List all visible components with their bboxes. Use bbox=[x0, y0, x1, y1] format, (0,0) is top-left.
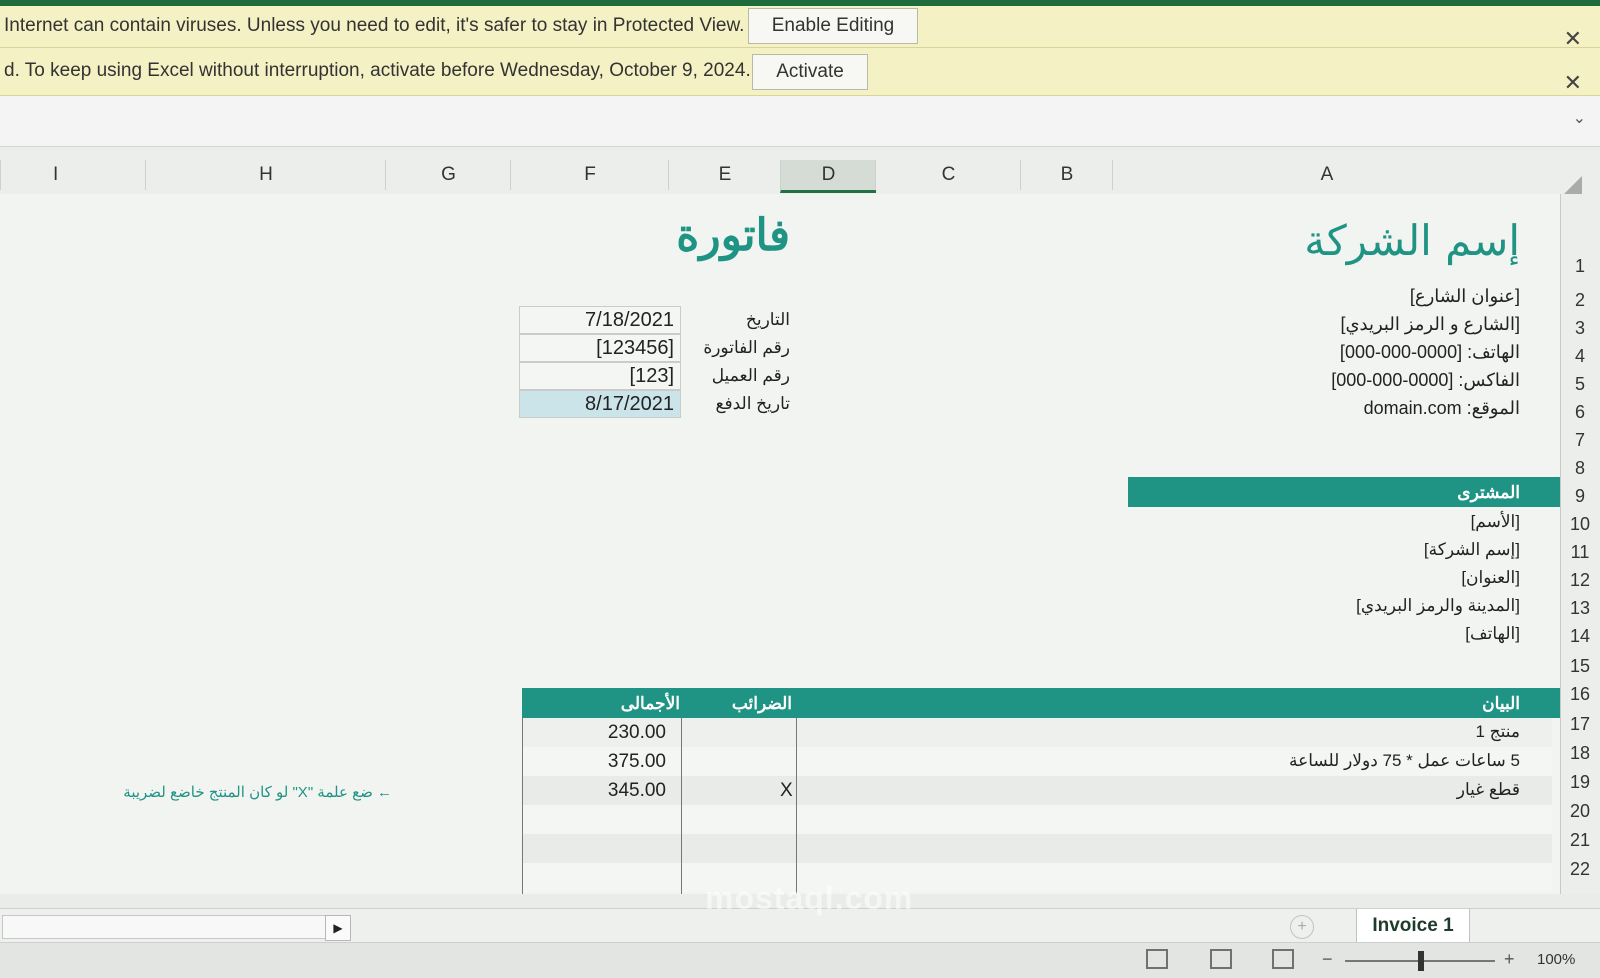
buyer-header[interactable]: المشترى bbox=[1457, 483, 1520, 503]
column-headers: I H G F E D C B A bbox=[0, 150, 1600, 195]
row-header[interactable]: 3 bbox=[1561, 318, 1599, 339]
item-total[interactable]: 230.00 bbox=[526, 722, 666, 744]
page-break-view-icon[interactable] bbox=[1272, 949, 1294, 969]
protected-view-bar: Internet can contain viruses. Unless you… bbox=[0, 6, 1600, 51]
table-row[interactable] bbox=[522, 834, 1552, 863]
company-city-zip[interactable]: [الشارع و الرمز البريدي] bbox=[1340, 314, 1520, 335]
row-header[interactable]: 14 bbox=[1561, 626, 1599, 647]
table-row[interactable] bbox=[522, 805, 1552, 834]
enable-editing-button[interactable]: Enable Editing bbox=[748, 8, 918, 44]
table-border bbox=[681, 718, 682, 894]
normal-view-icon[interactable] bbox=[1146, 949, 1168, 969]
activate-button[interactable]: Activate bbox=[752, 54, 868, 90]
items-header-description[interactable]: البيان bbox=[1482, 694, 1520, 714]
row-header[interactable]: 5 bbox=[1561, 374, 1599, 395]
invoice-title[interactable]: فاتورة bbox=[660, 210, 790, 261]
row-header[interactable]: 20 bbox=[1561, 801, 1599, 822]
formula-bar[interactable]: ⌄ bbox=[0, 96, 1600, 147]
invoice-number-cell[interactable]: [123456] bbox=[519, 334, 681, 362]
items-header-total[interactable]: الأجمالى bbox=[600, 694, 680, 714]
row-header[interactable]: 18 bbox=[1561, 743, 1599, 764]
zoom-slider-thumb[interactable] bbox=[1418, 951, 1424, 971]
company-street[interactable]: [عنوان الشارع] bbox=[1410, 286, 1520, 307]
scroll-right-arrow-icon[interactable]: ▶ bbox=[325, 915, 351, 941]
table-row[interactable] bbox=[522, 718, 1552, 747]
table-row[interactable] bbox=[522, 863, 1552, 892]
column-header-i[interactable]: I bbox=[0, 160, 145, 190]
row-header[interactable]: 7 bbox=[1561, 430, 1599, 451]
watermark: mostaql.com bbox=[705, 880, 914, 916]
column-header-c[interactable]: C bbox=[875, 160, 1021, 190]
horizontal-scrollbar[interactable] bbox=[2, 915, 329, 939]
row-header[interactable]: 10 bbox=[1561, 514, 1599, 535]
close-icon[interactable]: ✕ bbox=[1564, 70, 1582, 96]
company-name[interactable]: إسم الشركة bbox=[1304, 216, 1520, 265]
row-header[interactable]: 22 bbox=[1561, 859, 1599, 880]
zoom-out-icon[interactable]: − bbox=[1322, 949, 1333, 970]
item-description[interactable]: منتج 1 bbox=[1475, 722, 1520, 742]
buyer-city-zip[interactable]: [المدينة والرمز البريدي] bbox=[1356, 596, 1520, 616]
row-headers: 1 2 3 4 5 6 7 8 9 10 11 12 13 14 15 16 1… bbox=[1560, 194, 1600, 894]
worksheet-grid[interactable]: إسم الشركة [عنوان الشارع] [الشارع و الرم… bbox=[0, 194, 1560, 894]
row-header[interactable]: 2 bbox=[1561, 290, 1599, 311]
column-header-e[interactable]: E bbox=[668, 160, 781, 190]
row-header[interactable]: 4 bbox=[1561, 346, 1599, 367]
add-sheet-icon[interactable]: + bbox=[1290, 915, 1314, 939]
invoice-label-due-date[interactable]: تاريخ الدفع bbox=[690, 394, 790, 414]
item-total[interactable]: 375.00 bbox=[526, 751, 666, 773]
sheet-tab-invoice-1[interactable]: Invoice 1 bbox=[1356, 909, 1470, 944]
zoom-in-icon[interactable]: + bbox=[1504, 949, 1515, 970]
row-header[interactable]: 9 bbox=[1561, 486, 1599, 507]
row-header[interactable]: 15 bbox=[1561, 656, 1599, 677]
invoice-date-cell[interactable]: 7/18/2021 bbox=[519, 306, 681, 334]
items-header-taxes[interactable]: الضرائب bbox=[720, 694, 792, 714]
invoice-label-customer-id[interactable]: رقم العميل bbox=[690, 366, 790, 386]
invoice-label-date[interactable]: التاريخ bbox=[690, 310, 790, 330]
row-header[interactable]: 13 bbox=[1561, 598, 1599, 619]
item-description[interactable]: 5 ساعات عمل * 75 دولار للساعة bbox=[1289, 751, 1520, 771]
customer-id-cell[interactable]: [123] bbox=[519, 362, 681, 390]
select-all-corner[interactable] bbox=[1564, 176, 1582, 194]
company-phone[interactable]: الهاتف: [0000-000-000] bbox=[1340, 342, 1520, 363]
due-date-cell[interactable]: 8/17/2021 bbox=[519, 390, 681, 418]
row-header[interactable]: 6 bbox=[1561, 402, 1599, 423]
row-header[interactable]: 16 bbox=[1561, 684, 1599, 705]
status-bar: − + 100% bbox=[0, 942, 1600, 978]
row-header[interactable]: 21 bbox=[1561, 830, 1599, 851]
protected-view-message: Internet can contain viruses. Unless you… bbox=[4, 15, 745, 36]
table-row[interactable] bbox=[522, 776, 1552, 805]
row-header[interactable]: 17 bbox=[1561, 714, 1599, 735]
row-header[interactable]: 19 bbox=[1561, 772, 1599, 793]
activation-message: d. To keep using Excel without interrupt… bbox=[4, 60, 751, 81]
column-header-a[interactable]: A bbox=[1112, 160, 1541, 190]
item-description[interactable]: قطع غيار bbox=[1457, 780, 1520, 800]
row-header[interactable]: 12 bbox=[1561, 570, 1599, 591]
column-header-d[interactable]: D bbox=[780, 160, 876, 193]
tax-note[interactable]: ← ضع علمة "X" لو كان المنتج خاضع لضريبة bbox=[40, 783, 392, 801]
row-header[interactable]: 11 bbox=[1561, 542, 1599, 563]
buyer-address[interactable]: [العنوان] bbox=[1461, 568, 1520, 588]
table-border bbox=[796, 718, 797, 894]
chevron-down-icon[interactable]: ⌄ bbox=[1573, 108, 1586, 128]
invoice-label-number[interactable]: رقم الفاتورة bbox=[690, 338, 790, 358]
buyer-company[interactable]: [إسم الشركة] bbox=[1424, 540, 1520, 560]
table-border bbox=[522, 718, 523, 894]
zoom-level[interactable]: 100% bbox=[1537, 951, 1575, 968]
buyer-phone[interactable]: [الهاتف] bbox=[1465, 624, 1520, 644]
buyer-name[interactable]: [الأسم] bbox=[1471, 512, 1520, 532]
company-website[interactable]: الموقع: domain.com bbox=[1364, 398, 1520, 419]
row-header[interactable]: 8 bbox=[1561, 458, 1599, 479]
row-header[interactable]: 1 bbox=[1561, 256, 1599, 277]
column-header-f[interactable]: F bbox=[510, 160, 669, 190]
column-header-b[interactable]: B bbox=[1020, 160, 1113, 190]
activation-bar: d. To keep using Excel without interrupt… bbox=[0, 48, 1600, 96]
column-header-g[interactable]: G bbox=[385, 160, 511, 190]
company-fax[interactable]: الفاكس: [0000-000-000] bbox=[1331, 370, 1520, 391]
page-layout-view-icon[interactable] bbox=[1210, 949, 1232, 969]
column-header-h[interactable]: H bbox=[145, 160, 386, 190]
item-total[interactable]: 345.00 bbox=[526, 780, 666, 802]
item-tax-flag[interactable]: X bbox=[780, 780, 793, 802]
